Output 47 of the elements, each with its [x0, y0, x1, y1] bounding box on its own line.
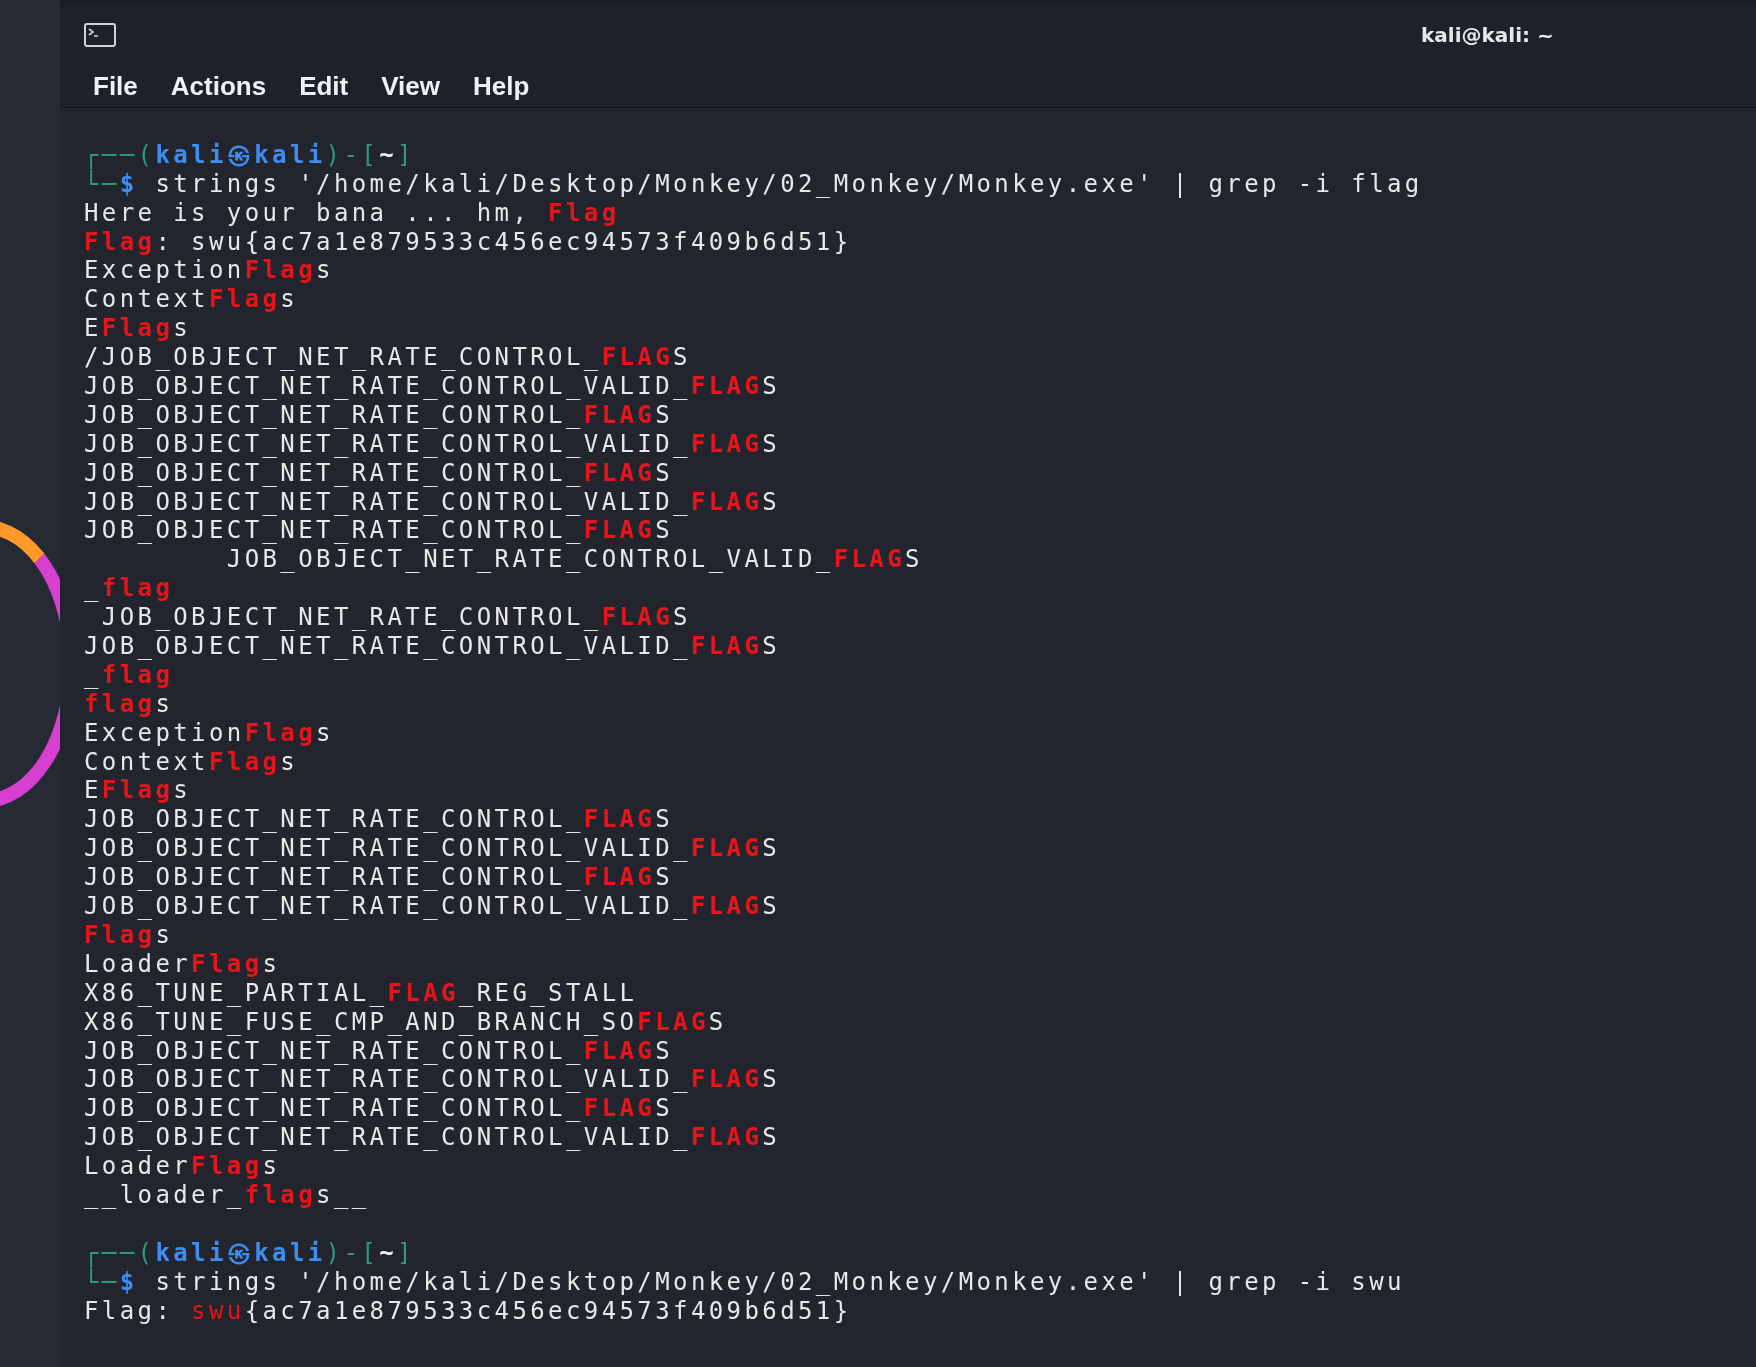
output-line: JOB_OBJECT_NET_RATE_CONTROL_FLAG S — [84, 516, 675, 546]
output-line: __loader_flag s__ — [84, 1180, 371, 1210]
output-line: Context Flag s — [84, 285, 300, 315]
output-line: JOB_OBJECT_NET_RATE_CONTROL_FLAG S — [84, 863, 675, 893]
output-line: Exception Flag s — [84, 718, 335, 748]
menu-item[interactable]: Help — [473, 70, 530, 102]
output-line: JOB_OBJECT_NET_RATE_CONTROL_VALID_FLAG S — [84, 1123, 782, 1153]
output-line: JOB_OBJECT_NET_RATE_CONTROL_VALID_FLAG S — [84, 632, 782, 661]
menu-item[interactable]: View — [381, 70, 441, 102]
output-line: flag s — [84, 689, 175, 719]
output-line: _flag — [84, 660, 175, 690]
menu-item[interactable]: Actions — [170, 70, 267, 102]
output-line: JOB_OBJECT_NET_RATE_CONTROL_FLAG S — [84, 1094, 675, 1124]
output-line: X86_TUNE_FUSE_CMP_AND_BRANCH_SO FLAG S — [84, 1007, 728, 1037]
output-line: Flag: swu{ac7a1e879533c456ec94573f409b6d51} — [84, 227, 853, 257]
output-line: JOB_OBJECT_NET_RATE_CONTROL_VALID_FLAG S — [84, 372, 782, 401]
output-line: JOB_OBJECT_NET_RATE_CONTROL_FLAG S — [84, 805, 675, 835]
output-line: Here is your bana ... hm, Flag — [84, 198, 621, 228]
prompt-line: ┌──(kali㉿kali)-[~] — [84, 1238, 416, 1268]
terminal-icon — [84, 23, 116, 47]
command-line: └─$ strings '/home/kali/Desktop/Monkey/02_Monkey/Monkey.exe' | grep -i flag — [84, 169, 1424, 199]
output-line: JOB_OBJECT_NET_RATE_CONTROL_VALID_FLAG S — [84, 429, 782, 459]
command-line: └─$ strings '/home/kali/Desktop/Monkey/02_Monkey/Monkey.exe' | grep -i swu — [84, 1267, 1406, 1297]
output-line: JOB_OBJECT_NET_RATE_CONTROL_FLAG S — [84, 458, 675, 488]
output-line: JOB_OBJECT_NET_RATE_CONTROL_VALID_FLAG S — [225, 545, 924, 575]
menu-item[interactable]: File — [93, 70, 138, 102]
output-line: Flag s — [84, 920, 175, 950]
output-line: _flag — [84, 574, 175, 604]
output-line: Exception Flag s — [84, 256, 335, 286]
output-line: Context Flag s — [84, 747, 300, 777]
output-line: JOB_OBJECT_NET_RATE_CONTROL_FLAG S — [84, 400, 675, 430]
output-line: JOB_OBJECT_NET_RATE_CONTROL_VALID_FLAG S — [84, 1065, 782, 1095]
menu-item[interactable]: Edit — [299, 70, 349, 102]
output-line: JOB_OBJECT_NET_RATE_CONTROL_FLAG S — [100, 603, 692, 633]
prompt-line: ┌──(kali㉿kali)-[~] — [84, 140, 416, 170]
window-title: kali@kali: ~ — [1421, 23, 1554, 47]
output-line: JOB_OBJECT_NET_RATE_CONTROL_VALID_FLAG S — [84, 834, 782, 864]
output-line: JOB_OBJECT_NET_RATE_CONTROL_FLAG S — [84, 1036, 675, 1066]
output-line: E Flag s — [84, 314, 193, 344]
output-line: /JOB_OBJECT_NET_RATE_CONTROL_FLAG S — [84, 343, 692, 372]
output-line: JOB_OBJECT_NET_RATE_CONTROL_VALID_FLAG S — [84, 892, 782, 921]
output-line: Flag: swu{ac7a1e879533c456ec94573f409b6d51} — [84, 1296, 853, 1326]
output-line: Loader Flag s — [84, 1152, 282, 1181]
output-line: X86_TUNE_PARTIAL_FLAG_REG_STALL — [84, 978, 639, 1008]
output-line: JOB_OBJECT_NET_RATE_CONTROL_VALID_FLAG S — [84, 487, 782, 517]
output-line: E Flag s — [84, 776, 193, 806]
output-line: Loader Flag s — [84, 949, 282, 979]
